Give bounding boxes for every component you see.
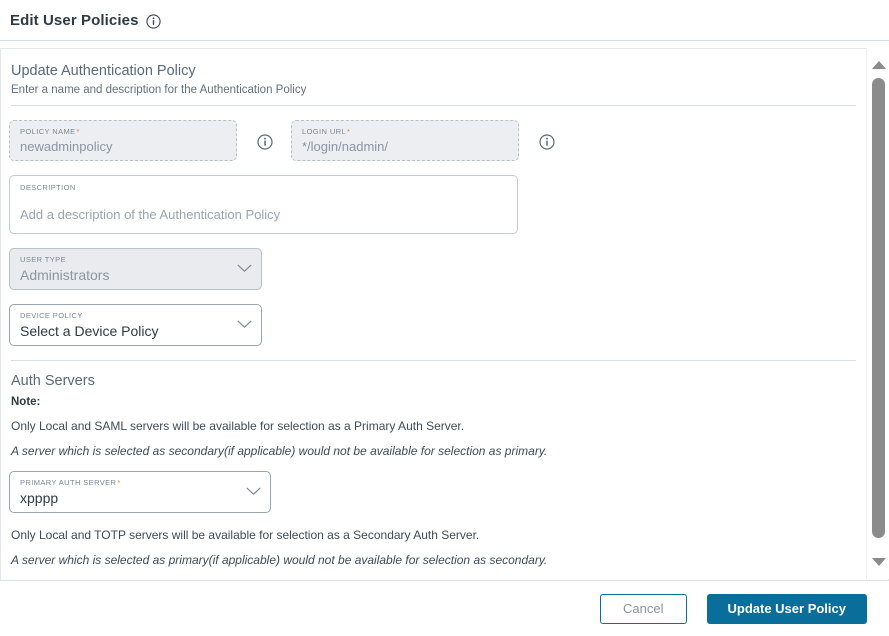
edit-user-policies-dialog: Edit User Policies Update Authentication… <box>0 0 889 628</box>
user-type-value: Administrators <box>20 267 110 283</box>
description-placeholder: Add a description of the Authentication … <box>20 207 281 222</box>
policy-name-required-marker: * <box>76 127 80 136</box>
scrollbar-thumb[interactable] <box>872 78 885 538</box>
description-textarea[interactable]: DESCRIPTION Add a description of the Aut… <box>9 175 518 234</box>
primary-auth-server-label: PRIMARY AUTH SERVER* <box>20 478 121 487</box>
secondary-auth-note-italic: A server which is selected as primary(if… <box>11 553 548 567</box>
user-type-select[interactable]: USER TYPE Administrators <box>9 248 262 290</box>
primary-auth-server-value: xpppp <box>20 490 59 506</box>
device-policy-label: DEVICE POLICY <box>20 311 83 320</box>
triangle-down-icon <box>871 558 886 566</box>
section-title: Update Authentication Policy <box>11 63 196 79</box>
auth-servers-divider <box>11 360 856 361</box>
cancel-button[interactable]: Cancel <box>600 593 687 624</box>
scroll-down-button[interactable] <box>867 553 889 571</box>
scroll-up-button[interactable] <box>867 56 889 74</box>
update-user-policy-button[interactable]: Update User Policy <box>706 593 867 624</box>
section-subtitle: Enter a name and description for the Aut… <box>11 84 307 96</box>
form-content: Update Authentication Policy Enter a nam… <box>1 49 867 580</box>
primary-auth-server-select[interactable]: PRIMARY AUTH SERVER* xpppp <box>9 471 271 513</box>
secondary-auth-note: Only Local and TOTP servers will be avai… <box>11 528 480 542</box>
primary-auth-note: Only Local and SAML servers will be avai… <box>11 419 465 433</box>
primary-auth-required-marker: * <box>117 478 121 487</box>
policy-name-value: newadminpolicy <box>20 139 113 154</box>
policy-name-label: POLICY NAME* <box>20 127 80 136</box>
note-label: Note: <box>11 396 41 408</box>
form-scroll-region: Update Authentication Policy Enter a nam… <box>0 49 889 580</box>
login-url-value: */login/nadmin/ <box>302 139 388 154</box>
user-type-label: USER TYPE <box>20 255 66 264</box>
policy-name-input[interactable]: POLICY NAME* newadminpolicy <box>9 120 237 161</box>
device-policy-select[interactable]: DEVICE POLICY Select a Device Policy <box>9 304 262 346</box>
policy-name-info-icon[interactable] <box>257 133 273 150</box>
login-url-info-icon[interactable] <box>539 133 555 150</box>
user-type-chevron-down-icon <box>237 260 252 278</box>
login-url-required-marker: * <box>347 127 351 136</box>
section-divider <box>11 105 856 106</box>
vertical-scrollbar[interactable] <box>866 48 889 579</box>
header-divider-gap <box>0 41 889 48</box>
description-label: DESCRIPTION <box>20 183 76 192</box>
device-policy-chevron-down-icon <box>237 316 252 334</box>
header-info-icon[interactable] <box>145 13 161 29</box>
login-url-input[interactable]: LOGIN URL* */login/nadmin/ <box>291 120 519 161</box>
login-url-label: LOGIN URL* <box>302 127 351 136</box>
primary-auth-note-italic: A server which is selected as secondary(… <box>11 444 548 458</box>
auth-servers-heading: Auth Servers <box>11 373 95 389</box>
dialog-header: Edit User Policies <box>0 0 889 40</box>
device-policy-value: Select a Device Policy <box>20 323 159 339</box>
primary-auth-chevron-down-icon <box>246 483 261 501</box>
triangle-up-icon <box>871 61 886 69</box>
page-title: Edit User Policies <box>10 11 139 29</box>
name-url-row: POLICY NAME* newadminpolicy LOGIN URL* *… <box>9 120 857 161</box>
